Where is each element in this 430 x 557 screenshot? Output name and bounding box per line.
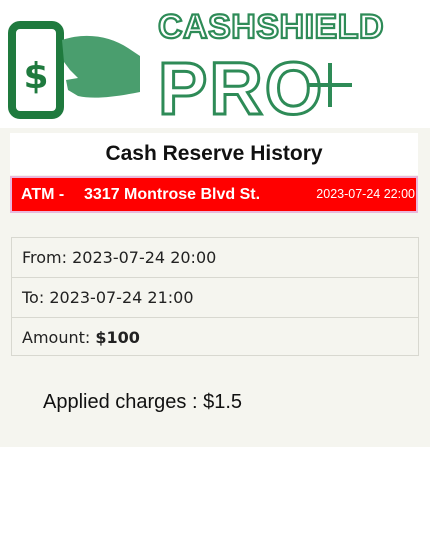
brand-name: CASHSHIELD <box>158 8 384 46</box>
page-title: Cash Reserve History <box>10 133 418 175</box>
from-label: From: <box>22 248 68 267</box>
amount-row: Amount: $100 <box>12 318 418 357</box>
atm-address: 3317 Montrose Blvd St. <box>84 186 261 203</box>
to-row: To: 2023-07-24 21:00 <box>12 278 418 318</box>
dollar-icon: $ <box>23 56 48 97</box>
from-value: 2023-07-24 20:00 <box>72 248 217 267</box>
atm-label: ATM - <box>21 186 69 203</box>
cashshield-pro-logo: $ CASHSHIELD PRO <box>0 0 430 128</box>
to-label: To: <box>22 288 45 307</box>
from-row: From: 2023-07-24 20:00 <box>12 238 418 278</box>
amount-label: Amount: <box>22 328 91 347</box>
transaction-details: From: 2023-07-24 20:00 To: 2023-07-24 21… <box>11 237 419 356</box>
brand-tagline: PRO <box>158 47 324 128</box>
transaction-datetime: 2023-07-24 22:00 <box>316 187 415 201</box>
amount-value: $100 <box>95 328 140 347</box>
atm-transaction-header[interactable]: ATM - 3317 Montrose Blvd St. 2023-07-24 … <box>10 176 418 213</box>
applied-charges: Applied charges : $1.5 <box>43 391 243 413</box>
cash-reserve-history-screen: Cash Reserve History ATM - 3317 Montrose… <box>0 128 430 447</box>
hand-icon <box>62 35 140 98</box>
logo-graphic: $ CASHSHIELD PRO <box>8 7 385 128</box>
to-value: 2023-07-24 21:00 <box>49 288 194 307</box>
